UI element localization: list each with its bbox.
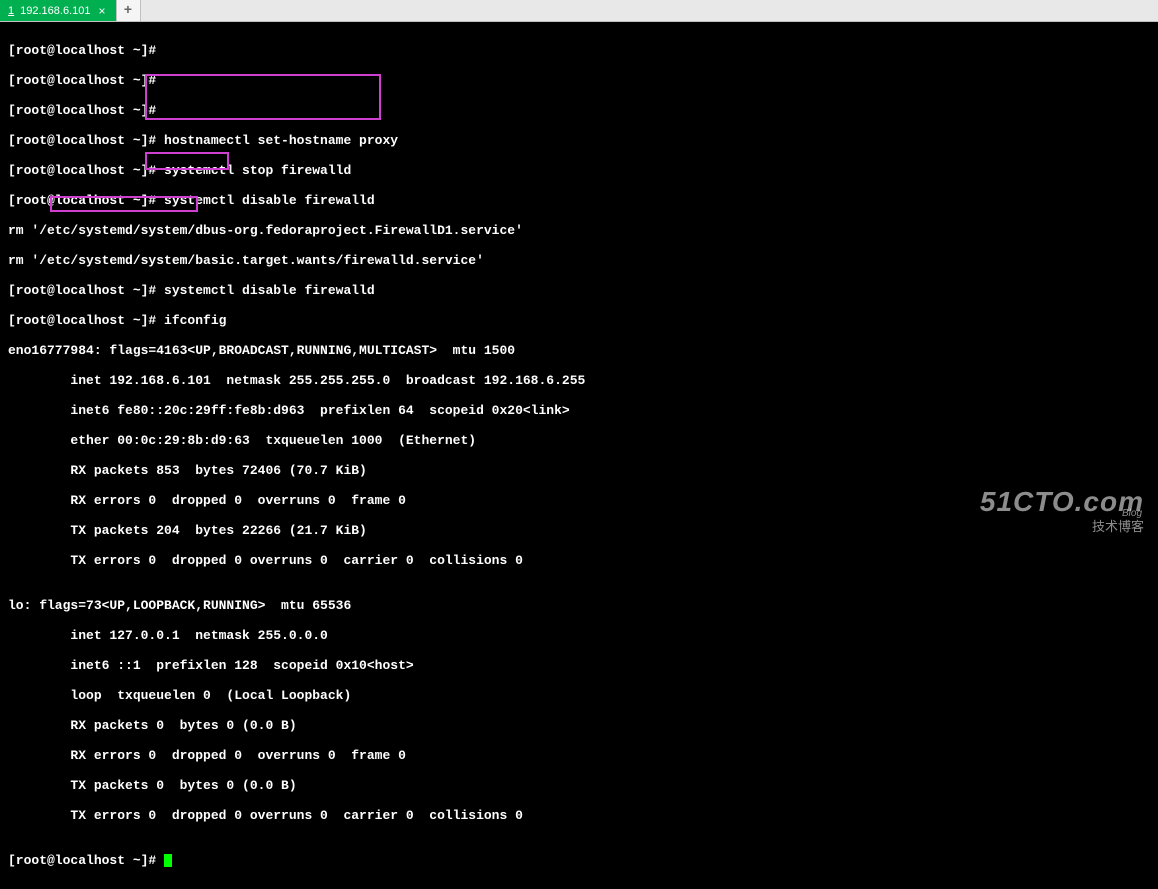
terminal-line: rm '/etc/systemd/system/dbus-org.fedorap… xyxy=(8,223,1150,238)
watermark-blog: Blog xyxy=(1122,508,1142,519)
watermark-sub: 技术博客 xyxy=(980,516,1144,535)
terminal-line: [root@localhost ~]# xyxy=(8,43,1150,58)
terminal-line: rm '/etc/systemd/system/basic.target.wan… xyxy=(8,253,1150,268)
terminal-line: inet6 fe80::20c:29ff:fe8b:d963 prefixlen… xyxy=(8,403,1150,418)
add-tab-button[interactable]: + xyxy=(117,0,141,21)
terminal-line: TX errors 0 dropped 0 overruns 0 carrier… xyxy=(8,553,1150,568)
terminal-line: inet6 ::1 prefixlen 128 scopeid 0x10<hos… xyxy=(8,658,1150,673)
terminal-line: inet 192.168.6.101 netmask 255.255.255.0… xyxy=(8,373,1150,388)
terminal-line: ether 00:0c:29:8b:d9:63 txqueuelen 1000 … xyxy=(8,433,1150,448)
cursor-icon xyxy=(164,854,172,867)
terminal-line: [root@localhost ~]# systemctl stop firew… xyxy=(8,163,1150,178)
tab-index: 1 xyxy=(8,5,14,17)
terminal-prompt-line: [root@localhost ~]# xyxy=(8,853,1150,868)
terminal-line: loop txqueuelen 0 (Local Loopback) xyxy=(8,688,1150,703)
watermark: 51CTO.com Blog 技术博客 xyxy=(980,486,1144,535)
terminal-line: [root@localhost ~]# systemctl disable fi… xyxy=(8,193,1150,208)
terminal-line: [root@localhost ~]# xyxy=(8,103,1150,118)
watermark-main: 51CTO.com xyxy=(980,486,1144,518)
terminal-line: lo: flags=73<UP,LOOPBACK,RUNNING> mtu 65… xyxy=(8,598,1150,613)
terminal-line: RX packets 853 bytes 72406 (70.7 KiB) xyxy=(8,463,1150,478)
tab-title: 192.168.6.101 xyxy=(20,5,90,17)
terminal-line: RX errors 0 dropped 0 overruns 0 frame 0 xyxy=(8,493,1150,508)
terminal-line: TX packets 204 bytes 22266 (21.7 KiB) xyxy=(8,523,1150,538)
terminal-line: [root@localhost ~]# systemctl disable fi… xyxy=(8,283,1150,298)
terminal-output[interactable]: [root@localhost ~]# [root@localhost ~]# … xyxy=(0,22,1158,889)
close-icon[interactable]: × xyxy=(96,4,107,18)
terminal-line: TX packets 0 bytes 0 (0.0 B) xyxy=(8,778,1150,793)
terminal-line: inet 127.0.0.1 netmask 255.0.0.0 xyxy=(8,628,1150,643)
terminal-line: [root@localhost ~]# ifconfig xyxy=(8,313,1150,328)
tab-active[interactable]: 1 192.168.6.101 × xyxy=(0,0,117,21)
terminal-prompt: [root@localhost ~]# xyxy=(8,853,164,868)
terminal-line: eno16777984: flags=4163<UP,BROADCAST,RUN… xyxy=(8,343,1150,358)
terminal-line: RX packets 0 bytes 0 (0.0 B) xyxy=(8,718,1150,733)
terminal-line: RX errors 0 dropped 0 overruns 0 frame 0 xyxy=(8,748,1150,763)
terminal-line: [root@localhost ~]# hostnamectl set-host… xyxy=(8,133,1150,148)
terminal-line: TX errors 0 dropped 0 overruns 0 carrier… xyxy=(8,808,1150,823)
tab-bar: 1 192.168.6.101 × + xyxy=(0,0,1158,22)
terminal-line: [root@localhost ~]# xyxy=(8,73,1150,88)
